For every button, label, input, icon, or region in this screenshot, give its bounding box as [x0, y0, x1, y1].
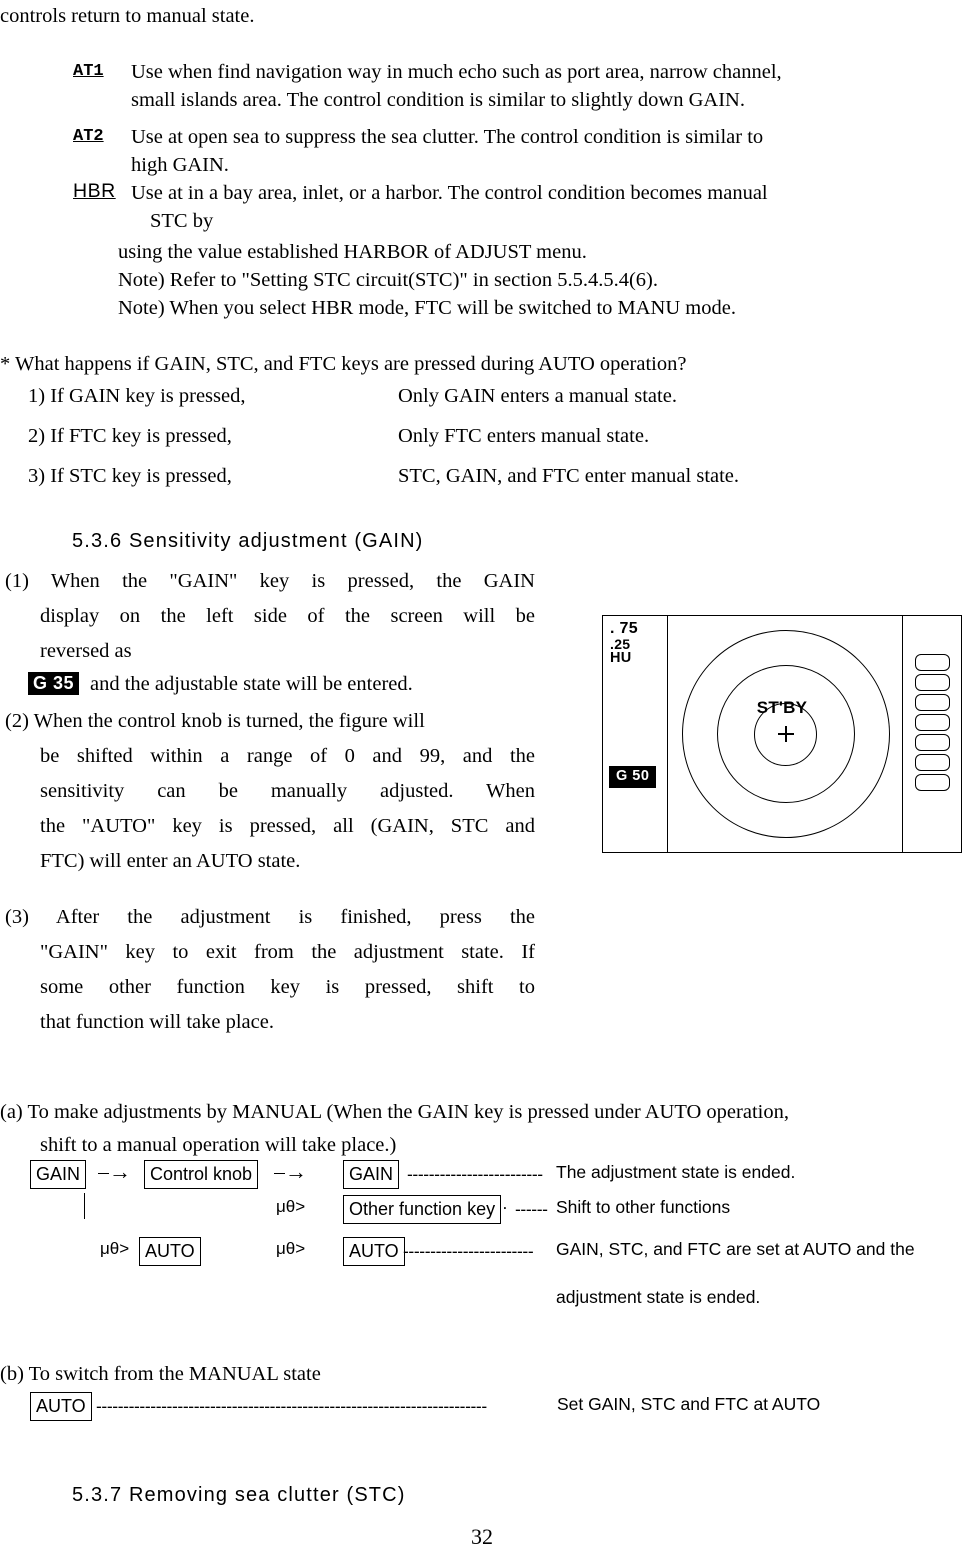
- flow-leader-row-1: -------------------------: [407, 1164, 543, 1184]
- intro-line: controls return to manual state.: [0, 5, 255, 27]
- definition-body-hbr-line3: using the value established HARBOR of AD…: [118, 241, 587, 263]
- definition-tag-hbr: HBR: [73, 180, 116, 202]
- section-heading-5-3-6: 5.3.6 Sensitivity adjustment (GAIN): [72, 530, 424, 552]
- item-1-badge-tail: and the adjustable state will be entered…: [90, 673, 413, 695]
- softkey-button-7[interactable]: [915, 774, 950, 791]
- definition-body-at2-line2: high GAIN.: [131, 154, 229, 176]
- definition-body-hbr-note-1: Note) Refer to "Setting STC circuit(STC)…: [118, 269, 658, 291]
- item-2-line-5: FTC) will enter an AUTO state.: [40, 850, 301, 872]
- radar-standby-label: ST'BY: [756, 698, 808, 717]
- flow-leader-section-b: ----------------------------------------…: [96, 1396, 487, 1416]
- item-3-line-4: that function will take place.: [40, 1011, 274, 1033]
- manual-section-b-title: (b) To switch from the MANUAL state: [0, 1363, 321, 1385]
- item-1-line-1: (1) When the "GAIN" key is pressed, the …: [5, 570, 535, 592]
- flow-leader-row-2: ------: [515, 1199, 548, 1219]
- qa-row-1-answer: Only GAIN enters a manual state.: [398, 385, 677, 407]
- definition-body-hbr-note-2: Note) When you select HBR mode, FTC will…: [118, 297, 736, 319]
- radar-left-panel-divider: [667, 616, 668, 852]
- definition-tag-at2: AT2: [73, 127, 104, 146]
- qa-row-1-label: 1) If GAIN key is pressed,: [28, 385, 246, 407]
- definition-tag-at1: AT1: [73, 62, 104, 81]
- item-2-line-1: (2) When the control knob is turned, the…: [5, 710, 425, 732]
- item-3-line-3: some other function key is pressed, shif…: [40, 976, 535, 998]
- softkey-button-5[interactable]: [915, 734, 950, 751]
- flow-arrow-1: ⎯→: [98, 1159, 132, 1184]
- definition-body-at1-line2: small islands area. The control conditio…: [131, 89, 745, 111]
- flow-box-auto-section-b[interactable]: AUTO: [30, 1392, 92, 1421]
- item-2-line-2: be shifted within a range of 0 and 99, a…: [40, 745, 535, 767]
- flow-arrow-2: ⎯→: [274, 1159, 308, 1184]
- radar-right-panel-divider: [902, 616, 903, 852]
- qa-row-2-label: 2) If FTC key is pressed,: [28, 425, 232, 447]
- softkey-button-4[interactable]: [915, 714, 950, 731]
- softkey-button-2[interactable]: [915, 674, 950, 691]
- softkey-button-1[interactable]: [915, 654, 950, 671]
- qa-row-3-label: 3) If STC key is pressed,: [28, 465, 232, 487]
- flow-note-row-2: Shift to other functions: [556, 1197, 731, 1217]
- manual-section-a-line-1: (a) To make adjustments by MANUAL (When …: [0, 1101, 789, 1123]
- flow-note-section-b: Set GAIN, STC and FTC at AUTO: [557, 1394, 821, 1414]
- flow-box-auto-left[interactable]: AUTO: [139, 1237, 201, 1266]
- item-1-line-3: reversed as: [40, 640, 132, 662]
- flow-vertical-connector: [84, 1193, 85, 1219]
- radar-range-labels: . 75 .25 HU: [610, 620, 638, 666]
- flow-box-gain-start[interactable]: GAIN: [30, 1160, 87, 1189]
- qa-row-2-answer: Only FTC enters manual state.: [398, 425, 650, 447]
- radar-center-crosshair-icon: [778, 726, 794, 742]
- flow-connector-row-3-left: μθ>: [100, 1239, 130, 1258]
- section-heading-5-3-7: 5.3.7 Removing sea clutter (STC): [72, 1484, 406, 1506]
- flow-note-row-3-continued: adjustment state is ended.: [556, 1287, 761, 1307]
- item-3-line-2: "GAIN" key to exit from the adjustment s…: [40, 941, 535, 963]
- definition-body-hbr-line1: Use at in a bay area, inlet, or a harbor…: [131, 182, 768, 204]
- radar-heading-mode-label: HU: [610, 650, 632, 666]
- manual-section-a-line-2: shift to a manual operation will take pl…: [40, 1134, 397, 1156]
- radar-gain-value-badge: G 50: [609, 766, 657, 788]
- definition-body-hbr-line2: STC by: [150, 210, 214, 232]
- radar-display-illustration: . 75 .25 HU G 50 ST'BY: [602, 615, 962, 853]
- flow-bullet-row-2: ·: [502, 1197, 508, 1217]
- softkey-button-6[interactable]: [915, 754, 950, 771]
- flow-leader-row-3: ------------------------: [403, 1241, 534, 1261]
- document-page: controls return to manual state. AT1 Use…: [0, 0, 964, 1564]
- item-2-line-4: the "AUTO" key is pressed, all (GAIN, ST…: [40, 815, 535, 837]
- flow-box-gain-end[interactable]: GAIN: [343, 1160, 400, 1189]
- radar-range-label-2: .25: [610, 635, 631, 652]
- definition-body-at2-line1: Use at open sea to suppress the sea clut…: [131, 126, 764, 148]
- item-2-line-3: sensitivity can be manually adjusted. Wh…: [40, 780, 535, 802]
- flow-box-control-knob[interactable]: Control knob: [144, 1160, 259, 1189]
- flow-box-auto-end[interactable]: AUTO: [343, 1237, 405, 1266]
- item-1-line-2: display on the left side of the screen w…: [40, 605, 535, 627]
- radar-range-label-1: . 75: [610, 620, 638, 637]
- item-3-line-1: (3) After the adjustment is finished, pr…: [5, 906, 535, 928]
- flow-note-row-3: GAIN, STC, and FTC are set at AUTO and t…: [556, 1239, 915, 1259]
- radar-softkey-column: [915, 654, 950, 791]
- flow-box-other-function-key[interactable]: Other function key: [343, 1195, 502, 1224]
- page-number: 32: [471, 1524, 493, 1549]
- gain-inverse-badge: G 35: [28, 672, 80, 695]
- flow-note-row-1: The adjustment state is ended.: [556, 1162, 796, 1182]
- definition-body-at1-line1: Use when find navigation way in much ech…: [131, 61, 782, 83]
- question-prompt: * What happens if GAIN, STC, and FTC key…: [0, 353, 687, 375]
- flow-connector-row-3-right: μθ>: [276, 1239, 306, 1258]
- qa-row-3-answer: STC, GAIN, and FTC enter manual state.: [398, 465, 740, 487]
- flow-connector-row-2: μθ>: [276, 1197, 306, 1216]
- softkey-button-3[interactable]: [915, 694, 950, 711]
